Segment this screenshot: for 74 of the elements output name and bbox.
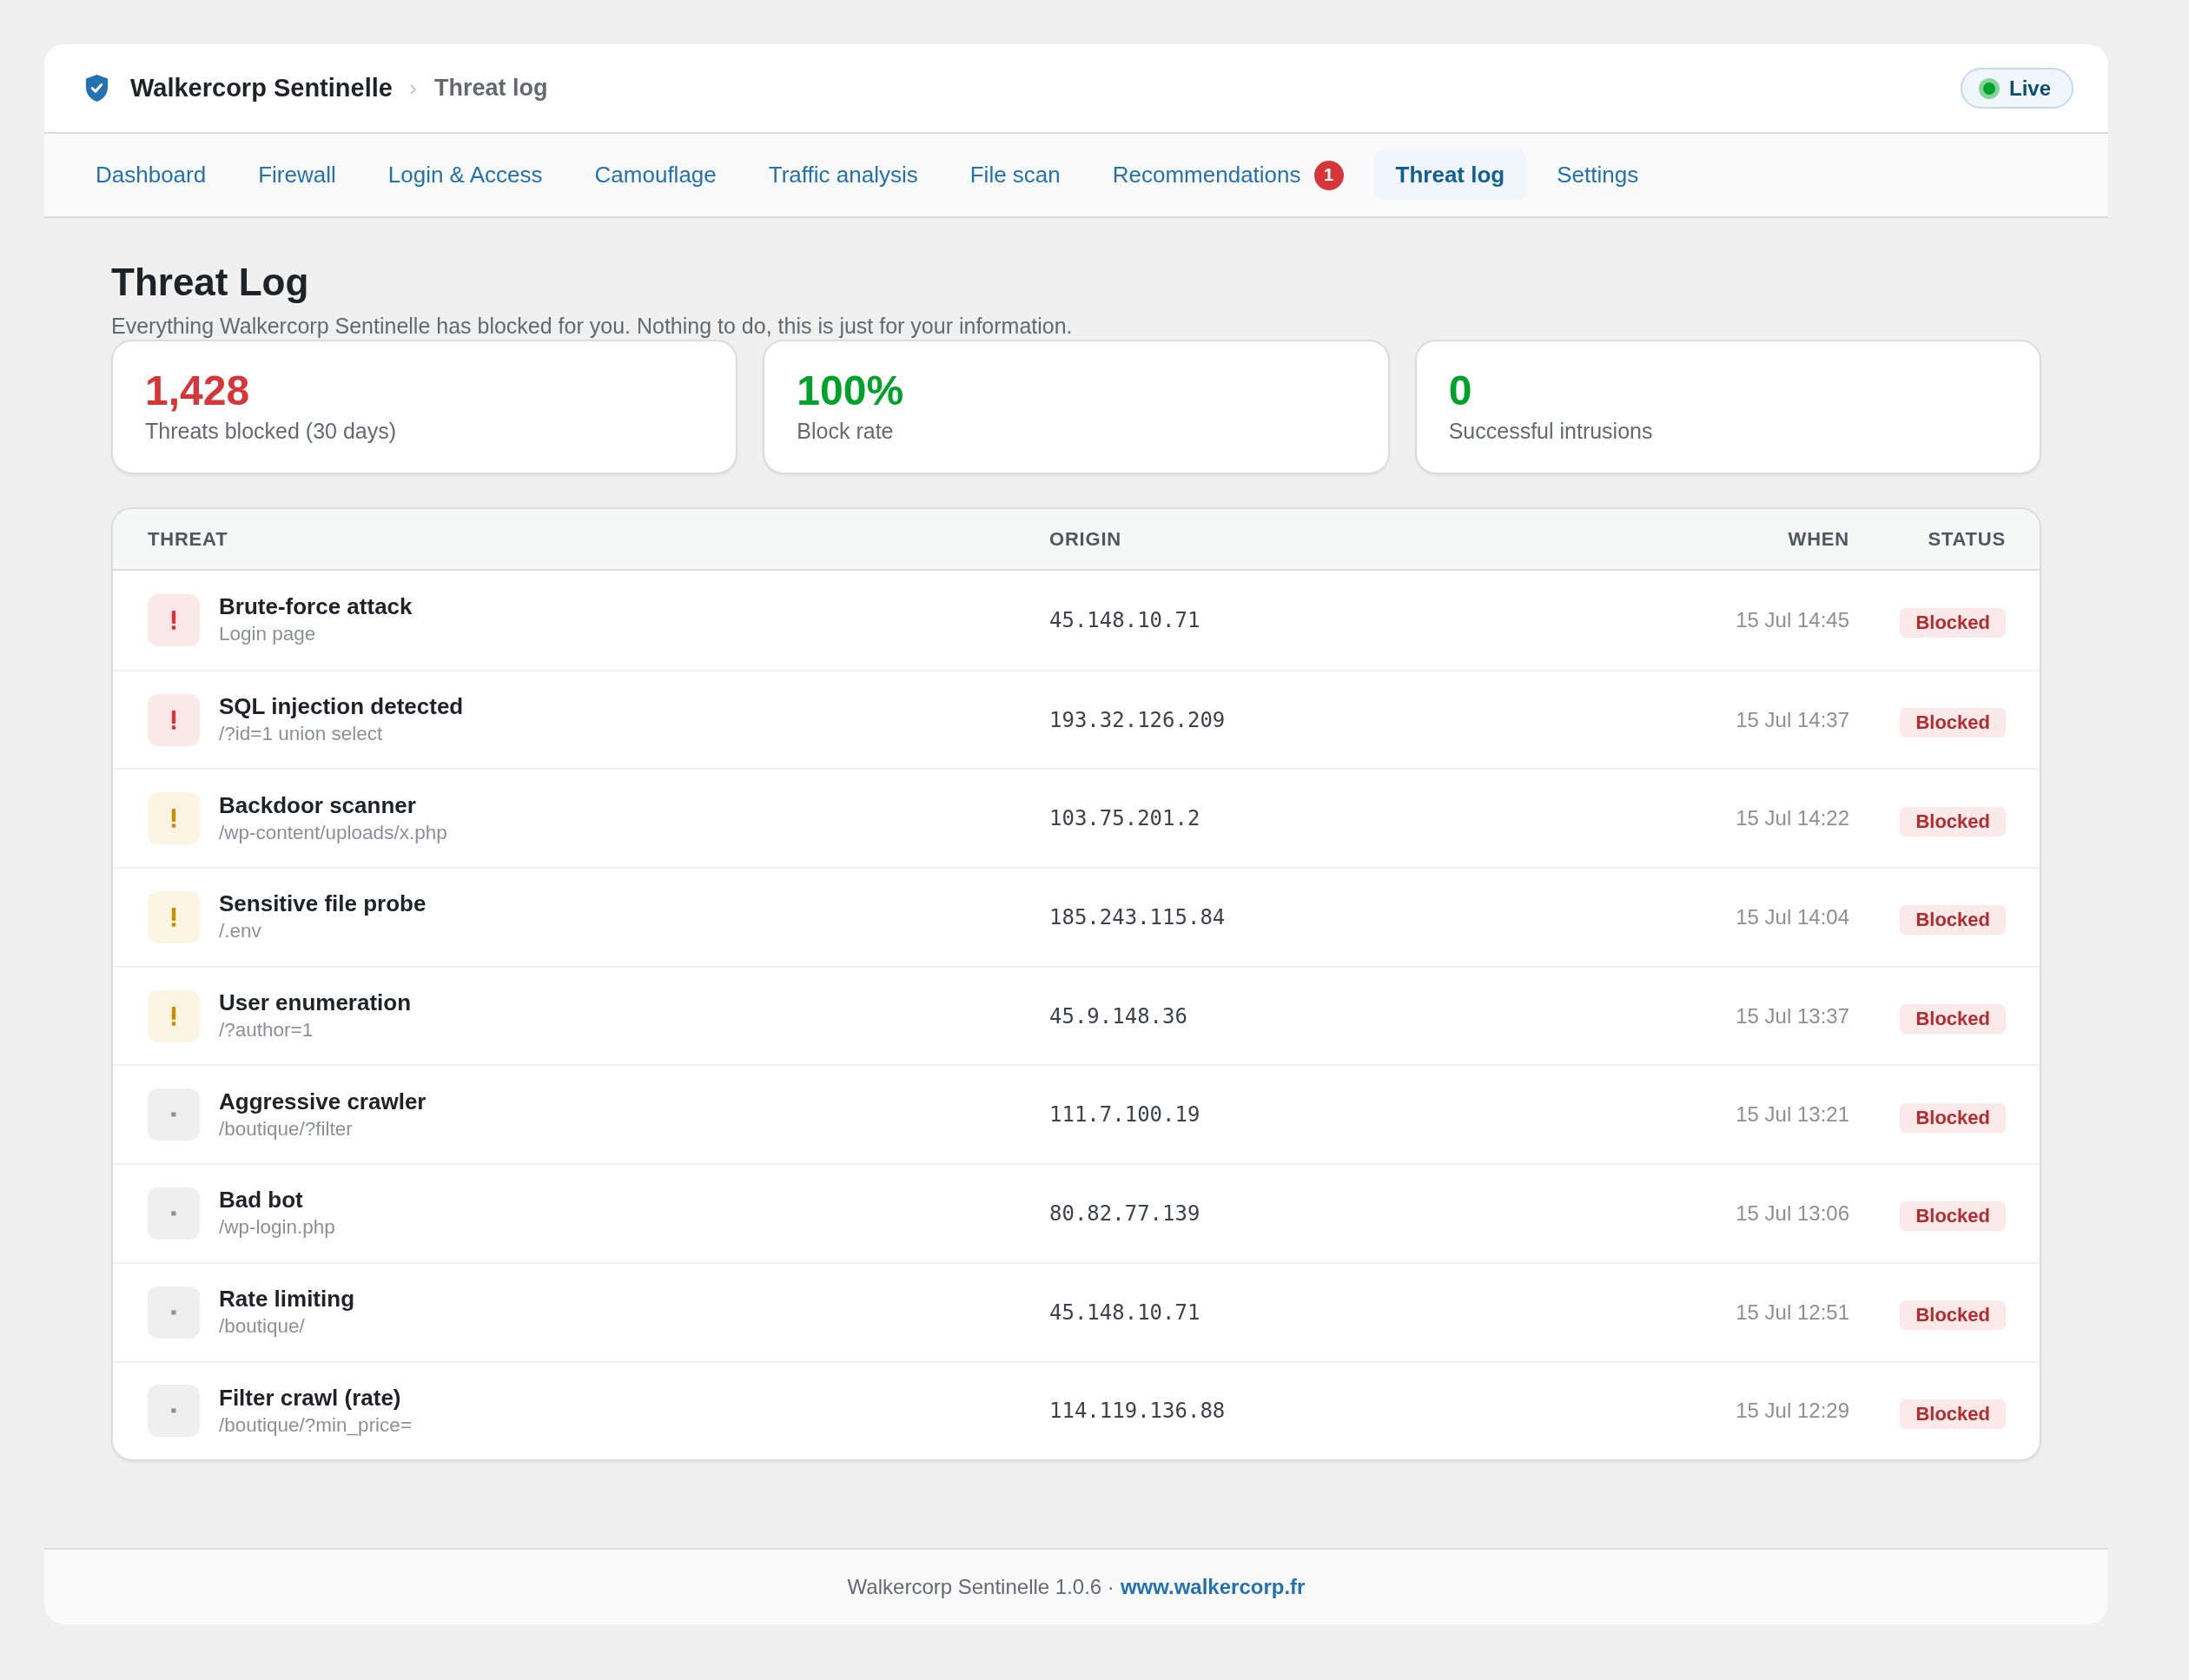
column-header: WHEN: [1788, 527, 1849, 551]
ip-address: 45.9.148.36: [1049, 1003, 1187, 1029]
stat-value: 100%: [797, 367, 905, 415]
status-badge: Blocked: [1900, 1004, 2006, 1035]
threat-target: /.env: [219, 919, 261, 944]
status-badge: Blocked: [1900, 1300, 2006, 1331]
status-badge: Blocked: [1900, 708, 2006, 738]
nav-tab[interactable]: Login & Access: [366, 150, 565, 200]
stat-label: Block rate: [797, 418, 895, 444]
status-badge: Blocked: [1900, 1201, 2006, 1232]
threat-target: /boutique/?filter: [219, 1116, 353, 1141]
timestamp: 15 Jul 14:45: [1736, 607, 1849, 632]
ip-address: 103.75.201.2: [1049, 806, 1200, 831]
breadcrumb-current: Threat log: [433, 75, 548, 102]
threat-name: SQL injection detected: [219, 693, 464, 721]
shield-check-icon: [86, 75, 108, 102]
status-badge: Blocked: [1900, 1399, 2006, 1429]
column-header: STATUS: [1928, 527, 2006, 551]
threat-target: Login page: [219, 622, 316, 647]
status-badge: Blocked: [1900, 608, 2006, 638]
website-link[interactable]: www.walkercorp.fr: [1120, 1575, 1306, 1600]
status-badge: Blocked: [1900, 1102, 2006, 1133]
stat-value: 1,428: [145, 367, 251, 415]
nav-tab[interactable]: Traffic analysis: [746, 150, 940, 200]
ip-address: 193.32.126.209: [1049, 707, 1226, 732]
threat-target: /?id=1 union select: [219, 722, 383, 747]
threat-name: Aggressive crawler: [219, 1088, 427, 1115]
nav-tab[interactable]: Firewall: [236, 150, 358, 200]
timestamp: 15 Jul 13:06: [1736, 1200, 1849, 1226]
threat-name: User enumeration: [219, 989, 412, 1017]
timestamp: 15 Jul 14:04: [1736, 904, 1849, 929]
ip-address: 80.82.77.139: [1049, 1200, 1200, 1226]
timestamp: 15 Jul 14:22: [1736, 806, 1849, 831]
status-badge: Blocked: [1900, 806, 2006, 837]
timestamp: 15 Jul 12:29: [1736, 1399, 1849, 1424]
threat-name: Bad bot: [219, 1187, 303, 1214]
nav-tab[interactable]: Dashboard: [74, 150, 228, 200]
timestamp: 15 Jul 12:51: [1736, 1300, 1849, 1325]
page-title: Threat Log: [111, 260, 310, 305]
ip-address: 45.148.10.71: [1049, 607, 1200, 632]
count-badge: 1: [1313, 160, 1344, 190]
timestamp: 15 Jul 14:37: [1736, 707, 1849, 732]
chevron-right-icon: [409, 83, 416, 95]
nav-tab[interactable]: Settings: [1535, 150, 1661, 200]
status-label: Live: [2008, 76, 2051, 101]
stat-value: 0: [1448, 367, 1473, 415]
app-title: Walkercorp Sentinelle: [130, 74, 393, 103]
threat-target: /?author=1: [219, 1018, 314, 1043]
nav-tab[interactable]: File scan: [948, 150, 1082, 200]
nav-tab[interactable]: Recommendations 1: [1090, 150, 1366, 200]
status-badge: Blocked: [1900, 905, 2006, 936]
threat-target: /boutique/?min_price=: [219, 1412, 413, 1438]
timestamp: 15 Jul 13:37: [1736, 1003, 1849, 1029]
threat-target: /wp-login.php: [219, 1215, 335, 1240]
threat-name: Backdoor scanner: [219, 791, 416, 819]
nav-tab[interactable]: Threat log: [1373, 150, 1527, 200]
ip-address: 185.243.115.84: [1049, 904, 1226, 929]
threat-name: Sensitive file probe: [219, 890, 427, 918]
threat-target: /wp-content/uploads/x.php: [219, 820, 447, 845]
ip-address: 111.7.100.19: [1049, 1102, 1200, 1128]
threat-name: Brute-force attack: [219, 593, 413, 621]
threat-name: Rate limiting: [219, 1286, 354, 1313]
timestamp: 15 Jul 13:21: [1736, 1102, 1849, 1128]
page-subtitle: Everything Walkercorp Sentinelle has blocked for you. Nothing to do, this is just for your information.: [111, 313, 1074, 340]
ip-address: 45.148.10.71: [1049, 1300, 1200, 1325]
stat-label: Successful intrusions: [1448, 418, 1654, 444]
footer-version: Walkercorp Sentinelle 1.0.6 ·: [847, 1575, 1114, 1600]
ip-address: 114.119.136.88: [1049, 1399, 1226, 1424]
column-header: ORIGIN: [1049, 527, 1122, 551]
threat-target: /boutique/: [219, 1314, 305, 1339]
column-header: THREAT: [148, 527, 228, 551]
nav-tab[interactable]: Camouflage: [572, 150, 738, 200]
threat-name: Filter crawl (rate): [219, 1384, 401, 1412]
stat-label: Threats blocked (30 days): [145, 418, 398, 444]
